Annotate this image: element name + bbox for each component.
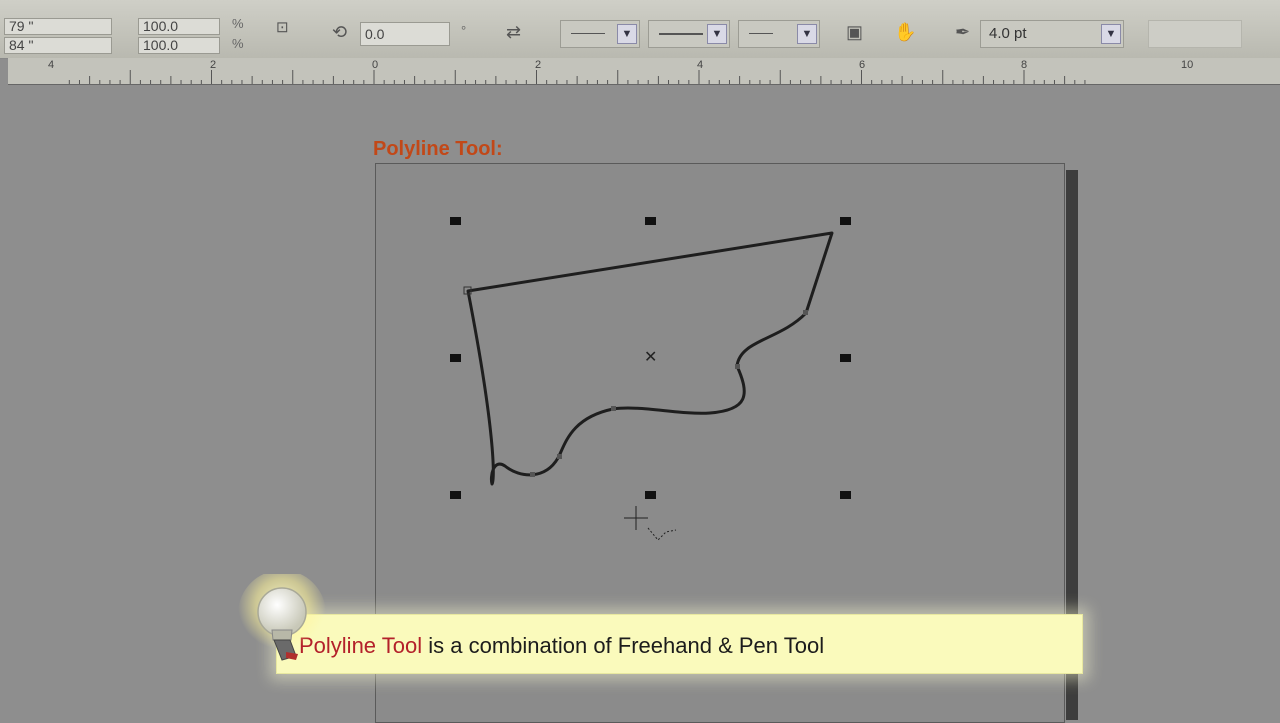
selection-handle-bottom-left[interactable]	[450, 491, 461, 499]
selection-handle-left[interactable]	[450, 354, 461, 362]
node-marker[interactable]	[611, 406, 616, 411]
node-marker[interactable]	[557, 454, 562, 459]
drawing-layer	[463, 231, 834, 541]
curve-nodes	[530, 310, 808, 477]
tip-text: Polyline Tool is a combination of Freeha…	[299, 633, 824, 659]
selection-handle-top-right[interactable]	[840, 217, 851, 225]
cursor-icon	[624, 506, 677, 541]
node-marker[interactable]	[530, 472, 535, 477]
tip-rest: is a combination of Freehand & Pen Tool	[422, 633, 825, 658]
node-marker[interactable]	[803, 310, 808, 315]
node-marker[interactable]	[735, 364, 740, 369]
center-mark-icon[interactable]: ✕	[644, 350, 657, 366]
tip-banner: Polyline Tool is a combination of Freeha…	[276, 614, 1083, 674]
selection-handle-top-left[interactable]	[450, 217, 461, 225]
selection-handle-right[interactable]	[840, 354, 851, 362]
selection-handle-bottom-right[interactable]	[840, 491, 851, 499]
selection-handle-top[interactable]	[645, 217, 656, 225]
lightbulb-icon	[238, 574, 326, 661]
selection-handle-bottom[interactable]	[645, 491, 656, 499]
